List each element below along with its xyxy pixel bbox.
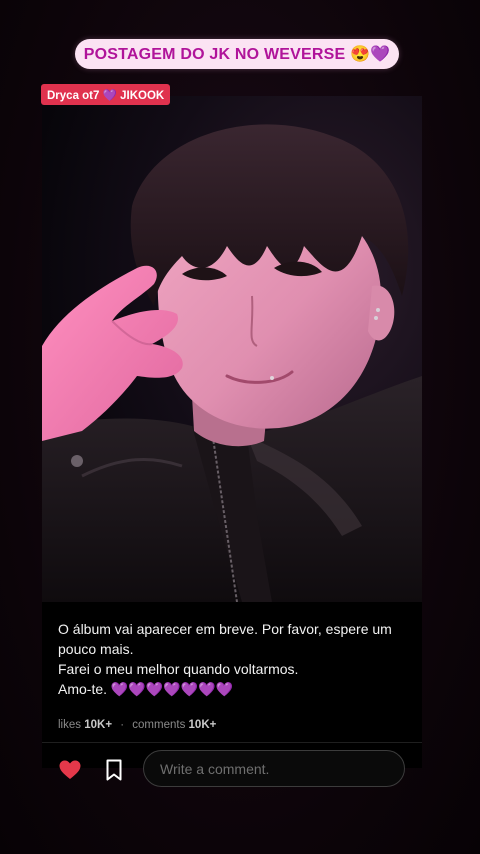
page-title: POSTAGEM DO JK NO WEVERSE 😍💜 (83, 46, 391, 63)
like-button[interactable] (58, 758, 82, 782)
post-caption: O álbum vai aparecer em breve. Por favor… (58, 619, 410, 699)
stats-separator: · (120, 719, 125, 731)
likes-label: likes (58, 719, 82, 731)
caption-line: Farei o meu melhor quando voltarmos. (58, 661, 299, 677)
comment-input[interactable] (158, 759, 390, 778)
selfie-photo-illustration (42, 96, 422, 602)
bookmark-icon (106, 759, 122, 781)
comments-label: comments (132, 719, 186, 731)
post-stats: likes 10K+ · comments 10K+ (58, 719, 216, 731)
post-photo[interactable] (42, 96, 422, 602)
heart-icon (59, 760, 81, 779)
weverse-post-card: O álbum vai aparecer em breve. Por favor… (42, 96, 422, 768)
caption-line: O álbum vai aparecer em breve. Por favor… (58, 621, 392, 657)
comment-input-wrapper[interactable] (143, 750, 405, 787)
story-page: POSTAGEM DO JK NO WEVERSE 😍💜 Dryca ot7 💜… (0, 0, 480, 854)
title-banner: POSTAGEM DO JK NO WEVERSE 😍💜 (75, 39, 399, 69)
comments-count[interactable]: 10K+ (189, 719, 217, 731)
likes-count[interactable]: 10K+ (84, 719, 112, 731)
watermark-badge: Dryca ot7 💜 JIKOOK (41, 84, 171, 105)
caption-line: Amo-te. 💜💜💜💜💜💜💜 (58, 681, 233, 697)
bookmark-button[interactable] (102, 758, 126, 782)
divider (42, 742, 422, 743)
post-action-bar (42, 749, 422, 791)
